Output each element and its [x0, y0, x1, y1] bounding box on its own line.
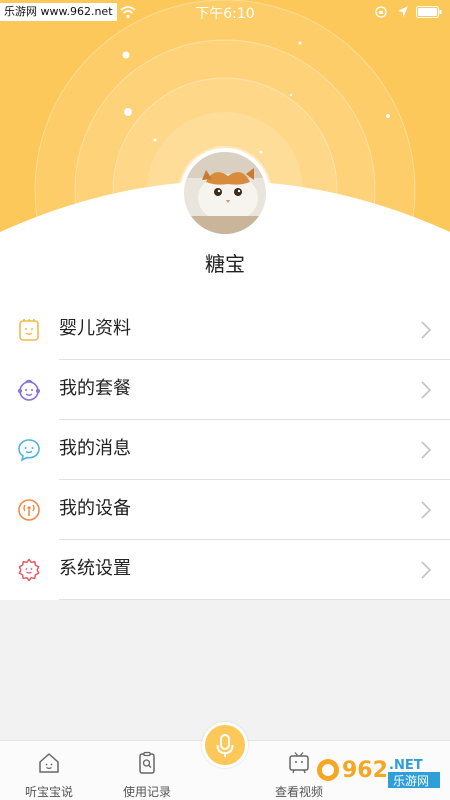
- watermark-cn: 乐游网: [393, 774, 429, 788]
- chevron-right-icon: [421, 321, 431, 339]
- chevron-right-icon: [421, 441, 431, 459]
- avatar[interactable]: [180, 148, 270, 238]
- clipboard-search-icon: [139, 751, 155, 774]
- status-bar: 乐游网 www.962.net 下午6:10: [0, 0, 450, 24]
- chevron-right-icon: [421, 501, 431, 519]
- divider: [59, 599, 450, 600]
- tab-usage-records[interactable]: 使用记录: [102, 741, 192, 800]
- microphone-button[interactable]: [202, 722, 248, 768]
- chevron-right-icon: [421, 561, 431, 579]
- watermark-net: .NET: [389, 758, 423, 773]
- rotation-lock-icon: [375, 6, 387, 18]
- tab-listen-baby[interactable]: 听宝宝说: [4, 741, 94, 800]
- baby-info-icon: [19, 319, 39, 341]
- tab-label: 听宝宝说: [24, 785, 73, 799]
- watermark-962: 962: [342, 758, 388, 783]
- menu-item-label: 我的套餐: [59, 378, 131, 399]
- menu-item-system-settings[interactable]: 系统设置: [0, 540, 450, 600]
- site-watermark-logo: 962 .NET 乐游网: [317, 758, 440, 788]
- chevron-right-icon: [421, 381, 431, 399]
- menu-item-label: 我的消息: [59, 438, 131, 459]
- device-signal-icon: [18, 499, 40, 521]
- house-icon: [39, 753, 59, 773]
- profile-menu: 婴儿资料 我的套餐 我的消息 我的设备 系统设置: [0, 300, 450, 600]
- microphone-icon: [216, 734, 234, 757]
- menu-item-my-devices[interactable]: 我的设备: [0, 480, 450, 540]
- profile-name: 糖宝: [205, 252, 245, 276]
- tab-label: 使用记录: [122, 785, 171, 799]
- menu-item-label: 婴儿资料: [59, 318, 131, 339]
- menu-item-baby-info[interactable]: 婴儿资料: [0, 300, 450, 360]
- gear-icon: [18, 558, 40, 582]
- menu-item-my-messages[interactable]: 我的消息: [0, 420, 450, 480]
- menu-item-label: 我的设备: [59, 498, 131, 519]
- cat-photo: [184, 152, 266, 234]
- baby-face-icon: [17, 379, 41, 401]
- chat-bubble-icon: [18, 439, 40, 462]
- location-icon: [398, 6, 408, 17]
- battery-icon: [416, 6, 442, 18]
- tv-robot-icon: [289, 752, 309, 774]
- menu-item-label: 系统设置: [59, 558, 131, 579]
- menu-item-my-package[interactable]: 我的套餐: [0, 360, 450, 420]
